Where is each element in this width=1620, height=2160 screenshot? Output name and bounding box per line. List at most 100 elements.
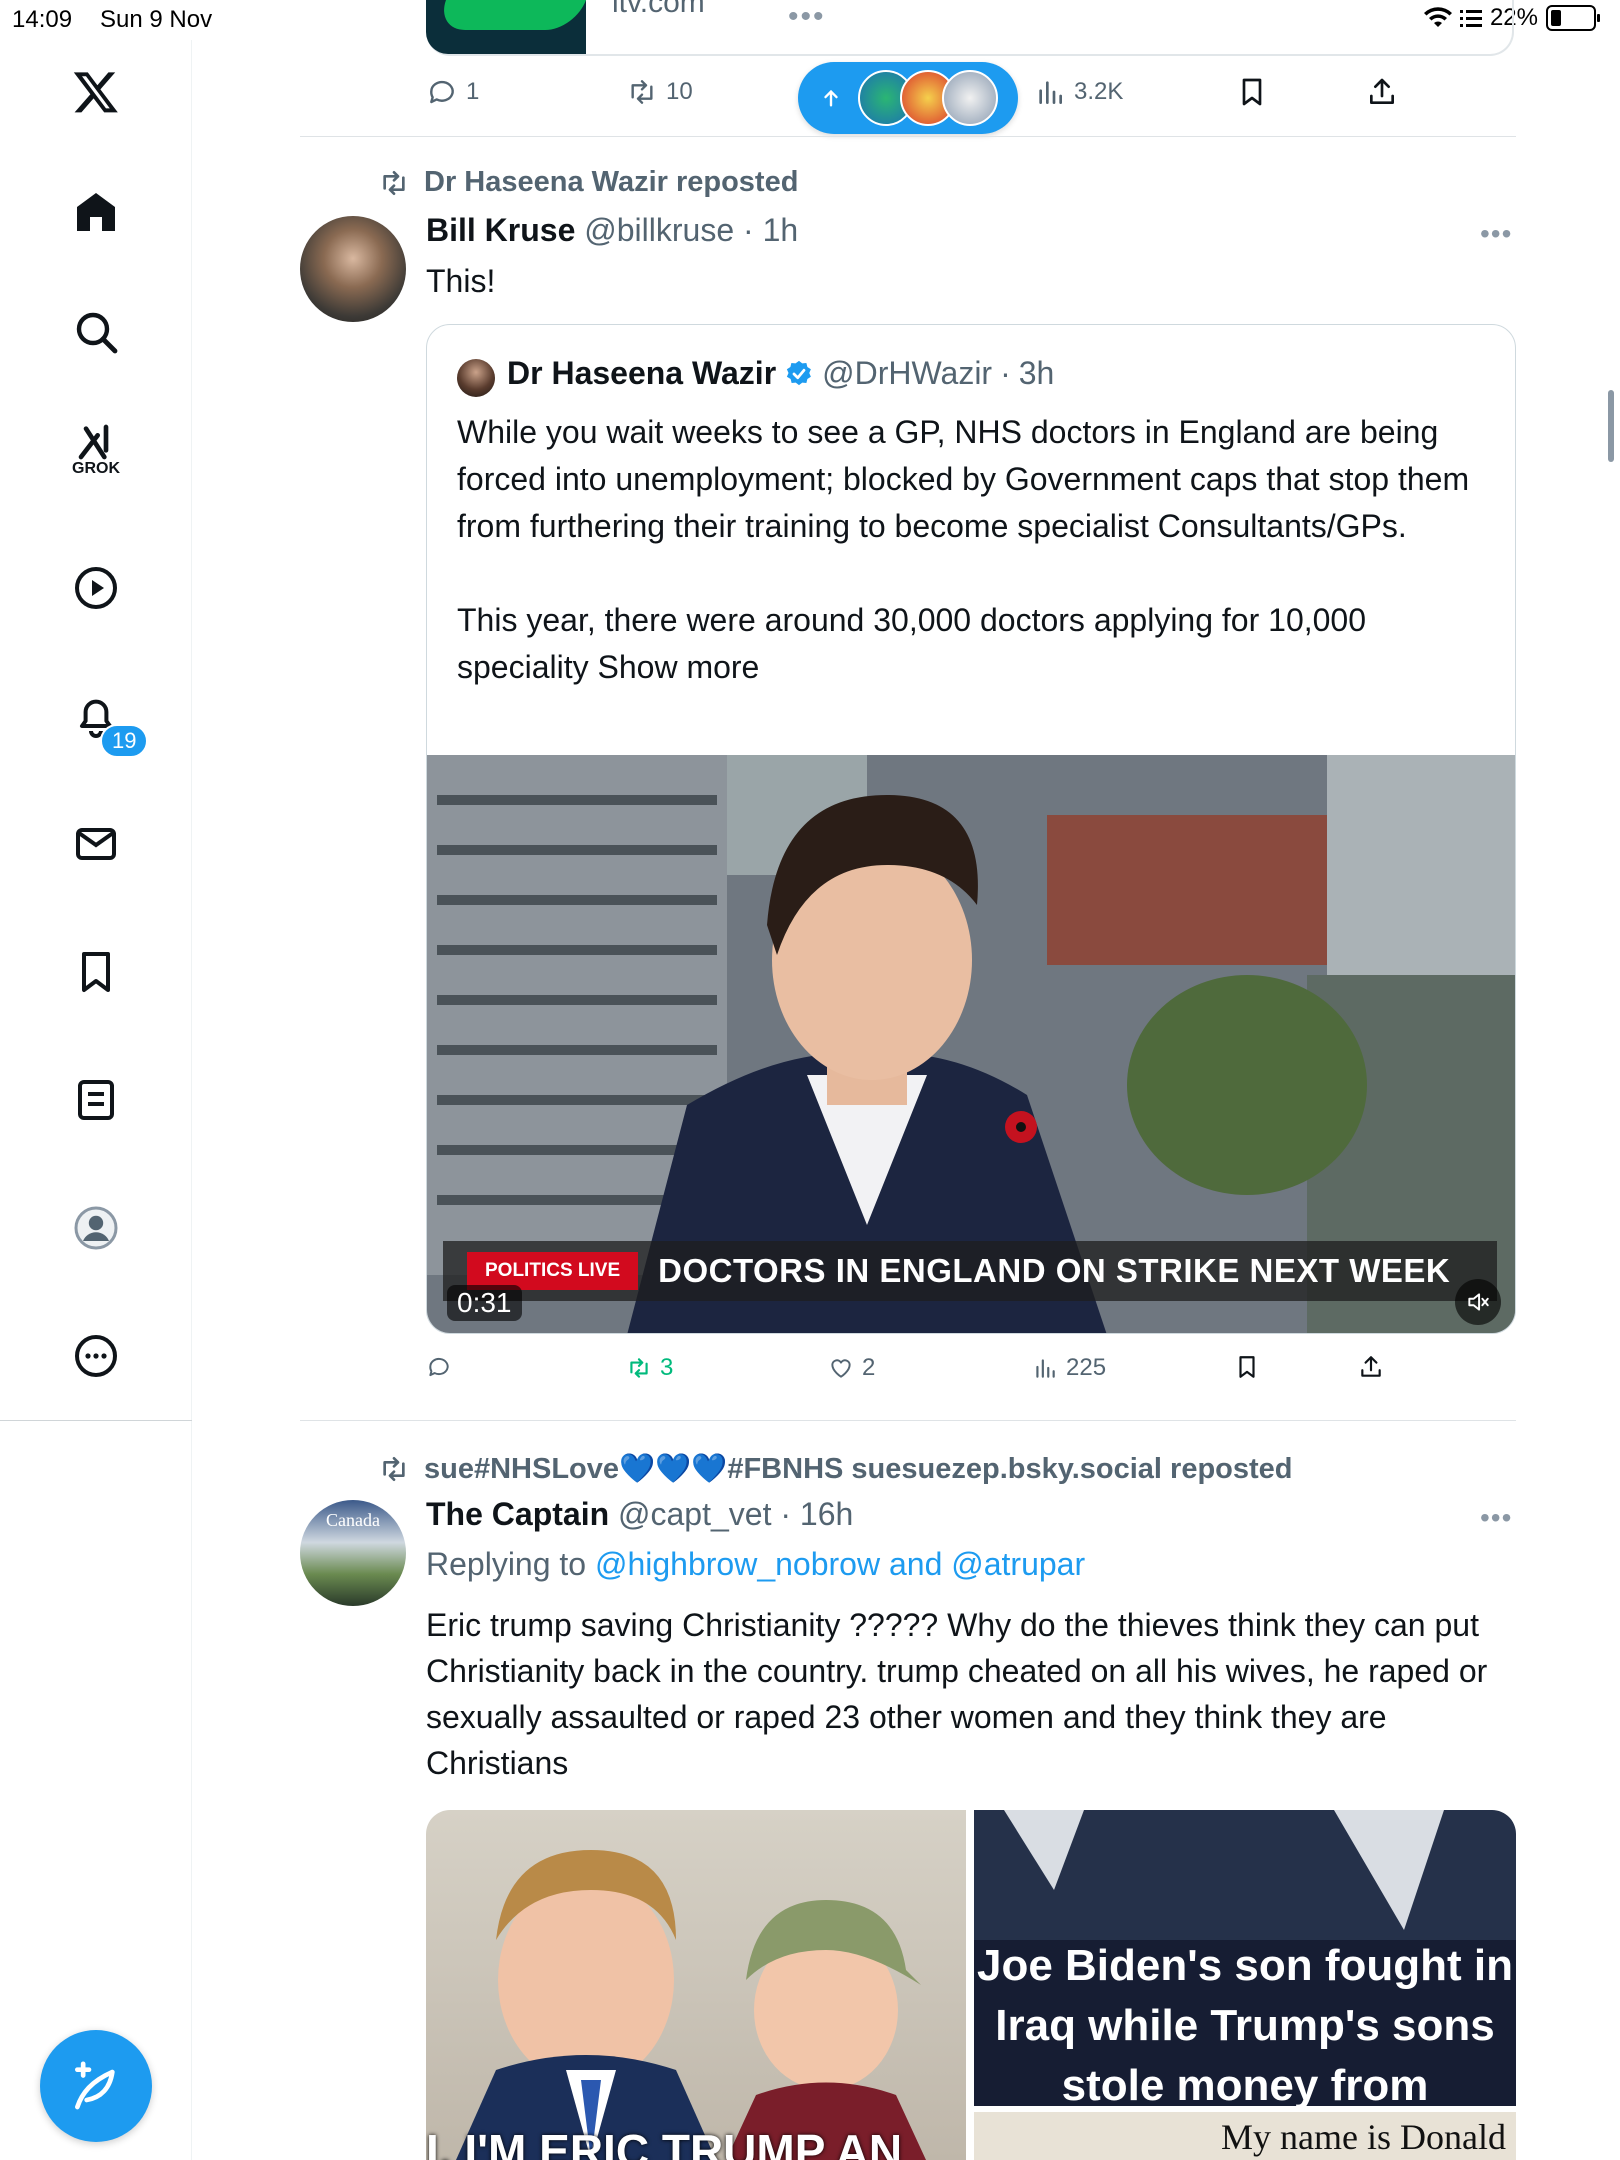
quote-paragraph-2: This year, there were around 30,000 doct… — [457, 597, 1497, 691]
repost-context: sue#NHSLove💙💙💙#FBNHS suesuezep.bsky.soci… — [378, 1452, 1293, 1486]
author-name[interactable]: Bill Kruse — [426, 212, 575, 248]
bookmarks-icon[interactable] — [66, 942, 126, 1002]
compose-icon — [75, 2061, 115, 2110]
reply-button[interactable] — [426, 1354, 452, 1380]
repost-icon — [631, 80, 653, 104]
post-header: Bill Kruse @billkruse · 1h — [426, 212, 798, 249]
more-icon[interactable] — [66, 1326, 126, 1386]
status-date: Sun 9 Nov — [100, 6, 213, 33]
more-options-icon[interactable]: ••• — [1480, 1502, 1512, 1534]
post-image[interactable]: I, I'M ERIC TRUMP AN — [426, 1810, 966, 2160]
quote-author-handle[interactable]: @DrHWazir — [822, 355, 992, 392]
grok-nav[interactable]: GROK — [66, 420, 126, 480]
repost-button[interactable]: 10 — [626, 76, 693, 108]
more-options-icon[interactable]: ••• — [1480, 218, 1512, 250]
quoted-post[interactable]: Dr Haseena Wazir @DrHWazir · 3h While you … — [426, 324, 1516, 1334]
avatar — [942, 70, 998, 126]
dot-separator: · — [1000, 355, 1011, 391]
share-icon — [1370, 78, 1394, 104]
repost-by-label: sue#NHSLove💙💙💙#FBNHS suesuezep.bsky.soci… — [424, 1453, 1293, 1485]
bookmark-icon — [1239, 1356, 1255, 1378]
scrollbar-thumb[interactable] — [1608, 390, 1614, 462]
repost-by-label: Dr Haseena Wazir reposted — [424, 166, 799, 198]
post-text: Eric trump saving Christianity ????? Why… — [426, 1607, 1488, 1781]
ellipsis-icon: ••• — [788, 0, 826, 33]
show-more-link[interactable]: Show more — [598, 649, 760, 685]
divider — [300, 136, 1516, 137]
replying-to: Replying to @highbrow_nobrow and @atrupa… — [426, 1546, 1085, 1583]
repost-icon — [630, 1358, 648, 1378]
author-name[interactable]: The Captain — [426, 1496, 609, 1532]
reply-icon — [429, 1357, 449, 1377]
repost-icon — [383, 1457, 405, 1481]
repost-icon — [383, 170, 405, 195]
views-icon — [1039, 81, 1062, 104]
mute-button[interactable] — [1455, 1279, 1501, 1325]
bookmark-icon — [1242, 78, 1262, 106]
video-player[interactable]: POLITICS LIVE DOCTORS IN ENGLAND ON STRI… — [427, 755, 1515, 1333]
dot-separator: · — [734, 212, 763, 248]
grok-icon — [78, 424, 109, 460]
video-headline: DOCTORS IN ENGLAND ON STRIKE NEXT WEEK — [658, 1252, 1451, 1289]
like-button[interactable]: 2 — [828, 1354, 875, 1382]
author-handle[interactable]: @capt_vet — [618, 1496, 771, 1532]
share-button[interactable] — [1358, 1354, 1384, 1380]
views-icon — [1036, 1359, 1055, 1378]
quote-paragraph: This year, there were around 30,000 doct… — [457, 602, 1367, 685]
views-button[interactable]: 225 — [1032, 1354, 1106, 1382]
bookmark-button[interactable] — [1236, 76, 1268, 108]
messages-icon[interactable] — [66, 814, 126, 874]
avatar[interactable] — [457, 359, 495, 397]
avatar-text: Canada — [326, 1510, 380, 1530]
new-posts-pill[interactable] — [798, 62, 1018, 134]
home-icon[interactable] — [66, 182, 126, 242]
x-logo-icon[interactable] — [66, 62, 126, 122]
post-text: This! — [426, 263, 496, 299]
reply-count: 1 — [466, 78, 480, 105]
post-time[interactable]: 16h — [800, 1496, 853, 1532]
avatar[interactable] — [300, 216, 406, 322]
reply-icon — [430, 80, 454, 104]
post-header: The Captain @capt_vet · 16h — [426, 1496, 853, 1533]
status-time: 14:09 — [12, 6, 73, 33]
video-icon[interactable] — [66, 558, 126, 618]
mute-icon — [1468, 1293, 1489, 1311]
author-handle[interactable]: @billkruse — [584, 212, 734, 248]
image-caption: My name is Donald — [1221, 2117, 1506, 2157]
post-image-art — [456, 1850, 926, 2160]
views-button[interactable]: 3.2K — [1034, 76, 1123, 108]
search-icon[interactable] — [66, 302, 126, 362]
like-count: 2 — [862, 1354, 876, 1381]
post-image[interactable]: My name is Donald — [974, 2112, 1516, 2160]
post-time[interactable]: 1h — [763, 212, 799, 248]
quote-text: While you wait weeks to see a GP, NHS do… — [457, 409, 1497, 691]
replying-prefix: Replying to — [426, 1546, 587, 1582]
quote-header: Dr Haseena Wazir @DrHWazir · 3h — [507, 355, 1054, 392]
share-button[interactable] — [1366, 76, 1398, 108]
pill-avatars — [858, 70, 998, 126]
quote-paragraph: While you wait weeks to see a GP, NHS do… — [457, 414, 1470, 544]
reply-button[interactable]: 1 — [426, 76, 479, 108]
repost-button[interactable]: 3 — [626, 1354, 673, 1382]
views-count: 3.2K — [1074, 78, 1124, 105]
video-lower-third: POLITICS LIVE DOCTORS IN ENGLAND ON STRI… — [443, 1241, 1497, 1301]
post-image[interactable]: Joe Biden's son fought in Iraq while Tru… — [974, 1810, 1516, 2106]
dot-separator: · — [771, 1496, 800, 1532]
quote-time[interactable]: 3h — [1019, 355, 1055, 392]
quote-author-name[interactable]: Dr Haseena Wazir — [507, 355, 776, 392]
profile-icon[interactable] — [66, 1198, 126, 1258]
link-thumbnail — [426, 0, 586, 54]
battery-icon — [1546, 5, 1600, 31]
lists-icon[interactable] — [66, 1070, 126, 1130]
grok-label: GROK — [72, 460, 120, 477]
avatar[interactable]: Canada — [300, 1500, 406, 1606]
link-card[interactable]: itv.com ••• — [426, 0, 1514, 56]
share-icon — [1361, 1356, 1381, 1377]
image-caption: I, I'M ERIC TRUMP AN — [426, 2125, 903, 2160]
compose-button[interactable] — [40, 2030, 152, 2142]
replying-to-handles[interactable]: @highbrow_nobrow and @atrupar — [595, 1546, 1085, 1582]
image-caption: Joe Biden's son fought in Iraq while Tru… — [976, 1941, 1513, 2106]
repost-count: 3 — [660, 1354, 674, 1381]
notifications-badge: 19 — [100, 724, 149, 758]
bookmark-button[interactable] — [1234, 1354, 1260, 1380]
